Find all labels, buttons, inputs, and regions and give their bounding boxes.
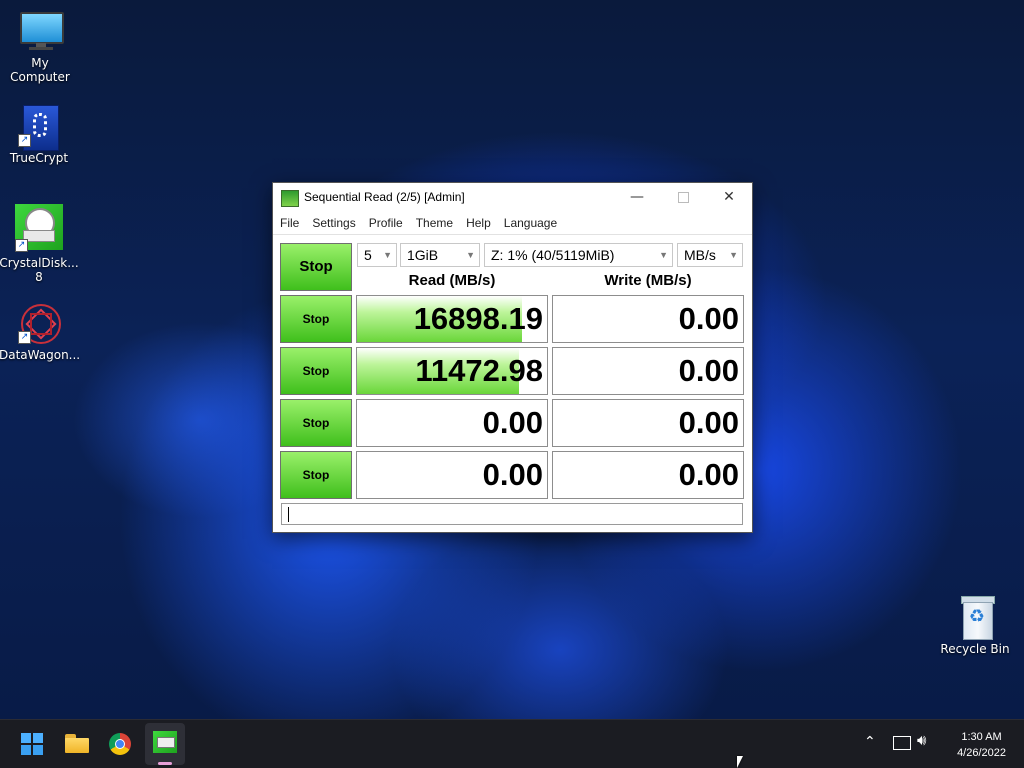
- test-1-button[interactable]: Stop: [280, 295, 352, 343]
- all-stop-button[interactable]: Stop: [280, 243, 352, 291]
- write-value: 0.00: [678, 353, 739, 388]
- test-count-select[interactable]: 5 ▼: [357, 243, 397, 267]
- benchmark-panel: Stop 5 ▼ 1GiB ▼ Z: 1% (40/5119MiB) ▼ MB/…: [273, 235, 752, 532]
- test-button-label: Stop: [302, 416, 330, 430]
- active-indicator: [158, 762, 172, 765]
- chevron-up-icon: ⌃: [864, 734, 876, 750]
- system-clock[interactable]: 1:30 AM 4/26/2022: [957, 729, 1006, 761]
- menu-language[interactable]: Language: [497, 212, 563, 234]
- chevron-down-icon: ▼: [466, 250, 475, 260]
- menu-bar: File Settings Profile Theme Help Languag…: [273, 212, 752, 235]
- volume-icon[interactable]: 🔊︎: [917, 731, 926, 749]
- desktop-icon-crystaldisk[interactable]: ↗ CrystalDisk... 8: [0, 204, 79, 284]
- write-value: 0.00: [678, 405, 739, 440]
- read-result-3: 0.00: [356, 399, 548, 447]
- test-3-button[interactable]: Stop: [280, 399, 352, 447]
- comment-input[interactable]: [281, 503, 743, 525]
- network-icon[interactable]: [893, 736, 911, 750]
- desktop-icon-recycle-bin[interactable]: ♻ Recycle Bin: [935, 596, 1015, 656]
- datawagon-icon: ↗: [18, 302, 61, 344]
- test-button-label: Stop: [302, 468, 330, 482]
- read-value: 0.00: [482, 457, 543, 492]
- clock-time: 1:30 AM: [961, 731, 1002, 743]
- menu-settings[interactable]: Settings: [305, 212, 361, 234]
- maximize-icon: [677, 191, 689, 203]
- maximize-button[interactable]: [660, 183, 706, 212]
- read-value: 0.00: [482, 405, 543, 440]
- desktop-icon-truecrypt[interactable]: ↗ TrueCrypt: [0, 105, 79, 165]
- shortcut-arrow-icon: ↗: [18, 331, 31, 344]
- text-caret: [288, 507, 289, 522]
- read-value: 16898.19: [413, 301, 543, 336]
- file-explorer-button[interactable]: [57, 720, 97, 768]
- menu-profile[interactable]: Profile: [362, 212, 409, 234]
- read-result-4: 0.00: [356, 451, 548, 499]
- write-result-2: 0.00: [552, 347, 744, 395]
- unit-value: MB/s: [684, 247, 716, 263]
- folder-icon: [65, 734, 89, 753]
- read-header: Read (MB/s): [408, 272, 496, 289]
- write-result-3: 0.00: [552, 399, 744, 447]
- desktop-icon-my-computer[interactable]: My Computer: [0, 10, 80, 84]
- crystaldisk-icon: [153, 731, 177, 753]
- crystaldiskmark-taskbar-button[interactable]: [145, 723, 185, 765]
- window-title: Sequential Read (2/5) [Admin]: [304, 190, 465, 204]
- chrome-icon: [109, 733, 131, 755]
- monitor-icon: [19, 10, 64, 52]
- chevron-down-icon: ▼: [729, 250, 738, 260]
- desktop-icon-label: My Computer: [10, 56, 70, 84]
- desktop-icon-label: CrystalDisk... 8: [0, 256, 79, 284]
- write-result-1: 0.00: [552, 295, 744, 343]
- write-header: Write (MB/s): [604, 272, 692, 289]
- test-size-value: 1GiB: [407, 247, 439, 263]
- recycle-bin-icon: ♻: [954, 596, 996, 640]
- read-result-2: 11472.98: [356, 347, 548, 395]
- test-count-value: 5: [364, 247, 372, 263]
- clock-date: 4/26/2022: [957, 747, 1006, 759]
- windows-logo-icon: [21, 733, 43, 755]
- drive-select[interactable]: Z: 1% (40/5119MiB) ▼: [484, 243, 673, 267]
- chevron-down-icon: ▼: [383, 250, 392, 260]
- write-value: 0.00: [678, 301, 739, 336]
- test-button-label: Stop: [302, 312, 330, 326]
- menu-file[interactable]: File: [273, 212, 305, 234]
- menu-theme[interactable]: Theme: [409, 212, 459, 234]
- unit-select[interactable]: MB/s ▼: [677, 243, 743, 267]
- minimize-icon: —: [630, 189, 644, 205]
- title-bar[interactable]: Sequential Read (2/5) [Admin] — ✕: [273, 183, 752, 212]
- show-hidden-icons-button[interactable]: ⌃: [864, 734, 876, 750]
- write-result-4: 0.00: [552, 451, 744, 499]
- truecrypt-icon: ↗: [18, 105, 60, 151]
- chevron-down-icon: ▼: [659, 250, 668, 260]
- minimize-button[interactable]: —: [614, 183, 660, 212]
- test-button-label: Stop: [302, 364, 330, 378]
- start-button[interactable]: [12, 720, 52, 768]
- desktop-icon-datawagon[interactable]: ↗ DataWagon...: [0, 302, 81, 362]
- test-4-button[interactable]: Stop: [280, 451, 352, 499]
- crystaldisk-icon: ↗: [15, 204, 63, 252]
- mouse-pointer-icon: [737, 756, 743, 768]
- shortcut-arrow-icon: ↗: [18, 134, 31, 147]
- crystaldiskmark-window: Sequential Read (2/5) [Admin] — ✕ File S…: [272, 182, 753, 533]
- test-2-button[interactable]: Stop: [280, 347, 352, 395]
- desktop-icon-label: TrueCrypt: [9, 151, 69, 165]
- app-icon: [281, 190, 299, 207]
- shortcut-arrow-icon: ↗: [15, 239, 28, 252]
- drive-value: Z: 1% (40/5119MiB): [491, 247, 615, 263]
- test-size-select[interactable]: 1GiB ▼: [400, 243, 480, 267]
- taskbar: ⌃ 🔊︎ 1:30 AM 4/26/2022: [0, 719, 1024, 768]
- all-stop-label: Stop: [299, 258, 333, 275]
- menu-help[interactable]: Help: [459, 212, 497, 234]
- close-icon: ✕: [723, 189, 735, 205]
- write-value: 0.00: [678, 457, 739, 492]
- read-result-1: 16898.19: [356, 295, 548, 343]
- desktop-icon-label: Recycle Bin: [940, 642, 1010, 656]
- read-value: 11472.98: [415, 353, 543, 388]
- chrome-button[interactable]: [100, 720, 140, 768]
- close-button[interactable]: ✕: [706, 183, 752, 212]
- desktop-icon-label: DataWagon...: [0, 348, 81, 362]
